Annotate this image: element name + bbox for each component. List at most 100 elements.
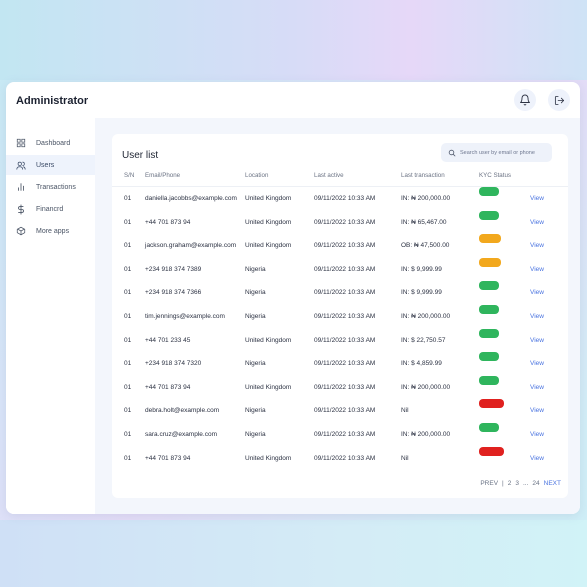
cell-contact: jackson.graham@example.com bbox=[145, 242, 237, 250]
kyc-status-badge: Unverified bbox=[479, 399, 505, 413]
sidebar-item-financrd[interactable]: Financrd bbox=[6, 199, 95, 219]
cell-sn: 01 bbox=[124, 289, 132, 297]
grid-icon bbox=[16, 138, 26, 148]
cell-contact: daniella.jacobbs@example.com bbox=[145, 195, 237, 202]
cell-contact: sara.cruz@example.com bbox=[145, 431, 217, 438]
logout-icon bbox=[554, 95, 564, 105]
cell-last-active: 09/11/2022 10:33 AM bbox=[314, 336, 376, 344]
users-icon bbox=[16, 161, 26, 170]
sidebar-item-transactions[interactable]: Transactions bbox=[6, 177, 95, 197]
cell-sn: 01 bbox=[124, 195, 132, 202]
cell-contact: +44 701 873 94 bbox=[145, 383, 191, 391]
cell-location: United Kingdom bbox=[245, 383, 292, 391]
view-link[interactable]: View bbox=[530, 329, 544, 353]
top-bar-actions bbox=[514, 89, 570, 111]
dollar-icon bbox=[18, 204, 24, 214]
cell-location: United Kingdom bbox=[245, 242, 292, 250]
view-link[interactable]: View bbox=[530, 447, 544, 471]
main-area: User list Search user by email or phone … bbox=[95, 118, 580, 514]
cell-contact: +44 701 873 94 bbox=[145, 218, 191, 226]
page-title: User list bbox=[122, 150, 159, 161]
kyc-status-badge: Verified bbox=[479, 210, 500, 225]
cell-last-transaction: IN: $ 22,750.57 bbox=[401, 336, 446, 344]
cell-last-active: 09/11/2022 10:33 AM bbox=[314, 265, 376, 273]
cell-sn: 01 bbox=[124, 218, 132, 226]
view-link[interactable]: View bbox=[530, 234, 544, 258]
bell-icon bbox=[520, 94, 530, 106]
app-title: Administrator bbox=[16, 95, 89, 107]
background-top bbox=[0, 0, 587, 80]
cell-last-active: 09/11/2022 10:33 AM bbox=[314, 289, 376, 297]
kyc-status-badge: Verified bbox=[479, 352, 500, 366]
page-link[interactable]: 24 bbox=[532, 480, 539, 487]
user-list-card: User list Search user by email or phone … bbox=[112, 134, 568, 498]
view-link[interactable]: View bbox=[530, 187, 544, 211]
sidebar: Dashboard Users Transactions Financrd Mo… bbox=[6, 118, 95, 514]
view-link[interactable]: View bbox=[530, 399, 544, 423]
column-header: Email/Phone bbox=[145, 172, 181, 179]
cell-contact: +234 918 374 7389 bbox=[145, 265, 202, 273]
search-input[interactable]: Search user by email or phone bbox=[441, 143, 552, 162]
top-bar: Administrator bbox=[6, 82, 580, 118]
view-link[interactable]: View bbox=[530, 258, 544, 282]
cell-last-active: 09/11/2022 10:33 AM bbox=[314, 431, 376, 438]
pagination: PREV | 2 3 ... 24 NEXT bbox=[480, 480, 561, 487]
sidebar-item-dashboard[interactable]: Dashboard bbox=[6, 133, 95, 153]
table-row: 01 daniella.jacobbs@example.com United Kin… bbox=[112, 187, 568, 211]
cell-last-transaction: IN: ₦ 200,000.00 bbox=[401, 313, 451, 320]
view-link[interactable]: View bbox=[530, 423, 544, 447]
column-header: Location bbox=[245, 172, 269, 179]
cell-location: Nigeria bbox=[245, 360, 266, 368]
cell-last-transaction: IN: $ 9,999.99 bbox=[401, 289, 442, 297]
cell-sn: 01 bbox=[124, 383, 132, 391]
prev-button[interactable]: PREV bbox=[480, 480, 498, 487]
cell-location: Nigeria bbox=[245, 431, 266, 438]
sidebar-item-more-apps[interactable]: More apps bbox=[6, 221, 95, 241]
cell-last-transaction: IN: ₦ 200,000.00 bbox=[401, 383, 451, 391]
cell-last-active: 09/11/2022 10:33 AM bbox=[314, 242, 376, 250]
cell-contact: debra.holt@example.com bbox=[145, 407, 220, 415]
view-link[interactable]: View bbox=[530, 376, 544, 400]
cell-last-active: 09/11/2022 10:33 AM bbox=[314, 407, 376, 415]
sidebar-item-users[interactable]: Users bbox=[6, 155, 95, 175]
cell-location: Nigeria bbox=[245, 407, 266, 415]
cell-location: Nigeria bbox=[245, 313, 266, 320]
cell-sn: 01 bbox=[124, 407, 132, 415]
table-row: 01 jackson.graham@example.com United Kingd… bbox=[112, 234, 568, 258]
sidebar-item-label: Users bbox=[36, 161, 55, 169]
cell-last-active: 09/11/2022 10:33 AM bbox=[314, 454, 376, 462]
sidebar-item-label: Transactions bbox=[36, 183, 76, 191]
cell-contact: +44 701 233 45 bbox=[145, 336, 191, 344]
page-ellipsis: ... bbox=[523, 480, 529, 487]
logout-button[interactable] bbox=[548, 89, 570, 111]
table-row: 01 +44 701 873 94 United Kingdom 09/11/2022… bbox=[112, 446, 568, 471]
cell-last-active: 09/11/2022 10:33 AM bbox=[314, 360, 376, 368]
kyc-status-badge: Verified bbox=[479, 187, 500, 201]
cell-last-active: 09/11/2022 10:33 AM bbox=[314, 195, 376, 202]
table-row: 01 +234 918 374 7366 Nigeria 09/11/2022 10:… bbox=[112, 281, 568, 305]
view-link[interactable]: View bbox=[530, 211, 544, 235]
notifications-button[interactable] bbox=[514, 89, 536, 111]
bar-chart-icon bbox=[18, 183, 24, 191]
table-header: S/N Email/Phone Location Last active Las… bbox=[112, 172, 568, 187]
cell-contact: +234 918 374 7366 bbox=[145, 289, 202, 297]
cell-location: United Kingdom bbox=[245, 218, 292, 226]
kyc-status-badge: Verified bbox=[479, 328, 500, 343]
cell-last-transaction: Nil bbox=[401, 454, 409, 462]
page-link[interactable]: 3 bbox=[515, 480, 519, 487]
sidebar-item-label: Financrd bbox=[36, 205, 64, 213]
kyc-status-badge: Verified bbox=[479, 375, 500, 390]
cell-location: United Kingdom bbox=[245, 336, 292, 344]
kyc-status-badge: Unverified bbox=[479, 446, 505, 461]
cell-location: Nigeria bbox=[245, 265, 266, 273]
box-icon bbox=[16, 226, 26, 236]
next-button[interactable]: NEXT bbox=[544, 480, 561, 487]
view-link[interactable]: View bbox=[530, 352, 544, 376]
page-link[interactable]: 2 bbox=[508, 480, 512, 487]
view-link[interactable]: View bbox=[530, 305, 544, 329]
cell-last-active: 09/11/2022 10:33 AM bbox=[314, 313, 376, 320]
view-link[interactable]: View bbox=[530, 281, 544, 305]
cell-last-transaction: IN: $ 4,859.99 bbox=[401, 360, 442, 368]
cell-location: United Kingdom bbox=[245, 454, 292, 462]
column-header: Last active bbox=[314, 172, 344, 179]
